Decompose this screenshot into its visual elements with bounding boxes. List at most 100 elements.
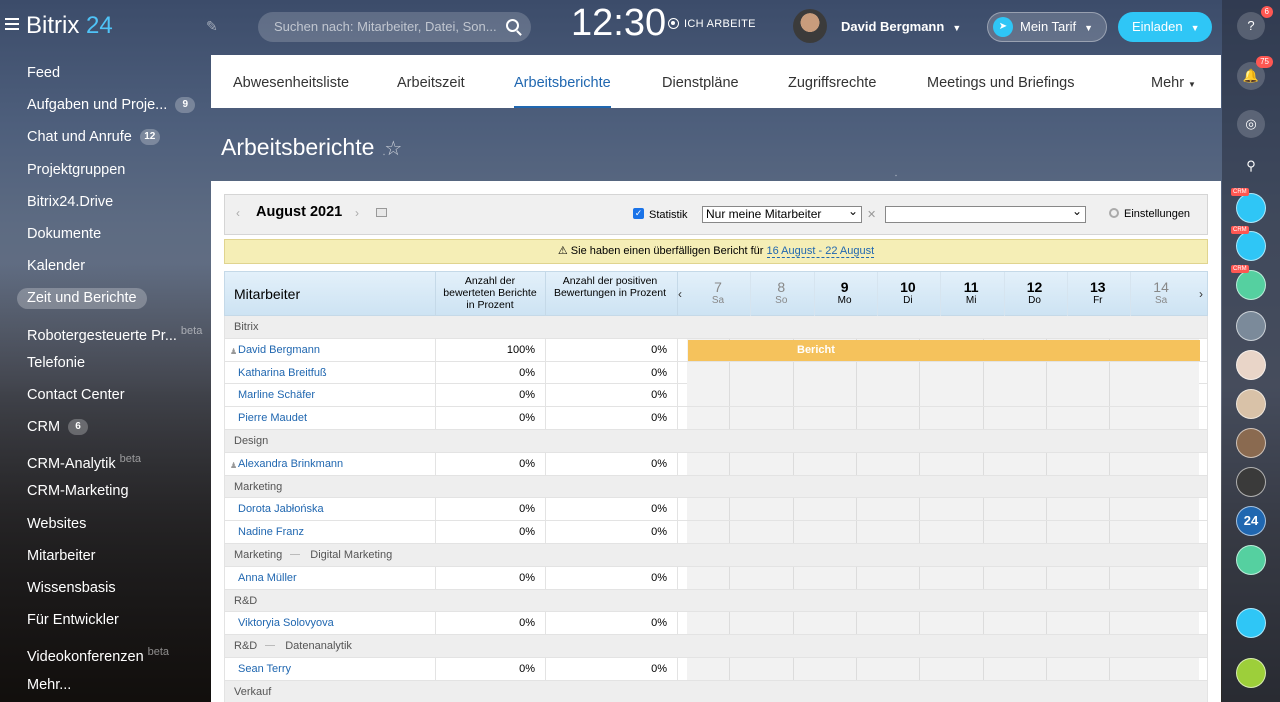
tab-more[interactable]: Mehr ▼ [1151, 55, 1196, 108]
sidebar-item[interactable]: Mitarbeiter [0, 543, 210, 575]
day-cell-divider [729, 521, 731, 544]
sidebar-item[interactable]: Telefonie [0, 350, 210, 382]
crm-contact-avatar[interactable]: CRM [1231, 226, 1266, 261]
contact-avatar[interactable] [1236, 428, 1266, 458]
tab-zugriffsrechte[interactable]: Zugriffsrechte [788, 55, 876, 108]
chat-icon[interactable]: ◎ [1237, 110, 1265, 138]
employee-name-link[interactable]: Alexandra Brinkmann [238, 458, 343, 470]
day-header: 8 So [750, 280, 812, 307]
tarif-button[interactable]: ➤ Mein Tarif ▼ [987, 12, 1107, 42]
department-select[interactable] [885, 204, 1086, 223]
tab-abwesenheitsliste[interactable]: Abwesenheitsliste [233, 55, 349, 108]
day-cell-divider [792, 407, 794, 430]
sidebar-item[interactable]: Videokonferenzen beta [0, 639, 210, 671]
user-menu[interactable]: David Bergmann ▼ [841, 19, 961, 34]
phone-icon[interactable] [1236, 658, 1266, 688]
tab-dienstplaene[interactable]: Dienstpläne [662, 55, 739, 108]
employee-name-link[interactable]: Anna Müller [238, 572, 297, 584]
day-cell-divider [919, 521, 921, 544]
day-cells[interactable] [687, 361, 1199, 384]
positive-percent: 0% [651, 412, 667, 425]
logo[interactable]: Bitrix 24 [26, 12, 113, 40]
day-cells[interactable] [687, 498, 1199, 521]
sidebar-item[interactable]: CRM 6 [0, 414, 210, 446]
employee-filter-select[interactable]: Nur meine Mitarbeiter [702, 204, 862, 223]
clear-filter-icon[interactable]: ✕ [867, 208, 876, 221]
employee-name-link[interactable]: Katharina Breitfuß [238, 367, 327, 379]
day-cells[interactable] [687, 407, 1199, 430]
tab-bar: Abwesenheitsliste Arbeitszeit Arbeitsber… [211, 55, 1221, 108]
employee-name-link[interactable]: Pierre Maudet [238, 412, 307, 424]
tab-meetings[interactable]: Meetings und Briefings [927, 55, 1075, 108]
sidebar-item[interactable]: Feed [0, 60, 210, 92]
sidebar-item[interactable]: CRM-Analytik beta [0, 446, 210, 478]
edit-pencil-icon[interactable]: ✎ [206, 18, 218, 35]
search-icon[interactable]: ⚲ [1237, 152, 1265, 180]
search-input[interactable]: Suchen nach: Mitarbeiter, Datei, Son... [258, 12, 531, 42]
sidebar-item[interactable]: Websites [0, 511, 210, 543]
next-month-arrow[interactable]: › [355, 206, 359, 220]
day-cells[interactable] [687, 566, 1199, 589]
day-cells[interactable] [687, 612, 1199, 635]
overdue-report-link[interactable]: 16 August - 22 August [766, 245, 875, 258]
sidebar-item[interactable]: Mehr... [0, 672, 210, 702]
sidebar-item[interactable]: Wissensbasis [0, 575, 210, 607]
employee-name-link[interactable]: Nadine Franz [238, 526, 304, 538]
day-cells[interactable] [687, 452, 1199, 475]
star-icon[interactable]: ☆ [384, 138, 402, 160]
crm-contact-avatar[interactable]: CRM [1231, 265, 1266, 300]
employee-name-link[interactable]: David Bergmann [238, 344, 320, 356]
report-bar[interactable]: Bericht [688, 339, 1200, 361]
sidebar-item[interactable]: Robotergesteuerte Pr... beta [0, 318, 210, 350]
phone-transfer-icon[interactable] [1236, 608, 1266, 638]
sidebar-item[interactable]: Aufgaben und Proje... 9 [0, 92, 210, 124]
tab-arbeitsberichte[interactable]: Arbeitsberichte [514, 55, 611, 108]
sidebar-item[interactable]: Zeit und Berichte [0, 285, 210, 317]
statistik-checkbox[interactable]: ✓ [633, 208, 644, 219]
crm-contact-avatar[interactable]: CRM [1231, 188, 1266, 223]
bitrix-avatar[interactable]: 24 [1236, 506, 1266, 536]
day-cell-divider [919, 384, 921, 407]
bell-icon[interactable]: 🔔 75 [1237, 56, 1273, 90]
help-icon[interactable]: ? 6 [1237, 6, 1273, 40]
day-cells[interactable] [687, 657, 1199, 680]
sidebar-item[interactable]: Für Entwickler [0, 607, 210, 639]
prev-month-arrow[interactable]: ‹ [236, 206, 240, 220]
invite-button[interactable]: Einladen ▼ [1118, 12, 1212, 42]
day-cell-divider [982, 384, 984, 407]
contact-avatar[interactable] [1236, 545, 1266, 575]
department-row: Marketing Digital Marketing [224, 543, 1208, 567]
contact-avatar[interactable] [1236, 350, 1266, 380]
contact-avatar[interactable] [1236, 467, 1266, 497]
sidebar-item[interactable]: Chat und Anrufe 12 [0, 124, 210, 156]
contact-avatar[interactable] [1236, 389, 1266, 419]
calendar-icon[interactable] [376, 208, 387, 217]
crm-tag: CRM [1231, 226, 1249, 234]
user-avatar[interactable] [793, 9, 827, 43]
sidebar-item[interactable]: CRM-Marketing [0, 478, 210, 510]
days-prev-arrow[interactable]: ‹ [678, 287, 682, 301]
employee-name-link[interactable]: Sean Terry [238, 663, 291, 675]
sidebar-item[interactable]: Contact Center [0, 382, 210, 414]
sidebar-item[interactable]: Dokumente [0, 221, 210, 253]
contact-avatar[interactable] [1236, 311, 1266, 341]
day-cells[interactable] [687, 521, 1199, 544]
chevron-down-icon: ▼ [952, 23, 962, 33]
tab-arbeitszeit[interactable]: Arbeitszeit [397, 55, 465, 108]
settings-button[interactable]: Einstellungen [1109, 208, 1190, 220]
work-status[interactable]: ICH ARBEITE [668, 18, 756, 30]
employee-filter-value: Nur meine Mitarbeiter [706, 207, 822, 221]
sidebar-item[interactable]: Projektgruppen [0, 157, 210, 189]
search-icon[interactable] [506, 19, 519, 32]
day-cells[interactable] [687, 384, 1199, 407]
sidebar-item[interactable]: Bitrix24.Drive [0, 189, 210, 221]
days-next-arrow[interactable]: › [1199, 287, 1203, 301]
chevron-down-icon: ▼ [1084, 23, 1094, 33]
employee-name-link[interactable]: Dorota Jabłońska [238, 503, 324, 515]
cell-divider [545, 452, 546, 475]
employee-name-link[interactable]: Viktoryia Solovyova [238, 617, 334, 629]
employee-name-link[interactable]: Marline Schäfer [238, 389, 315, 401]
sidebar-item[interactable]: Kalender [0, 253, 210, 285]
sidebar-item-badge: 12 [139, 129, 160, 146]
menu-icon[interactable] [5, 18, 19, 30]
